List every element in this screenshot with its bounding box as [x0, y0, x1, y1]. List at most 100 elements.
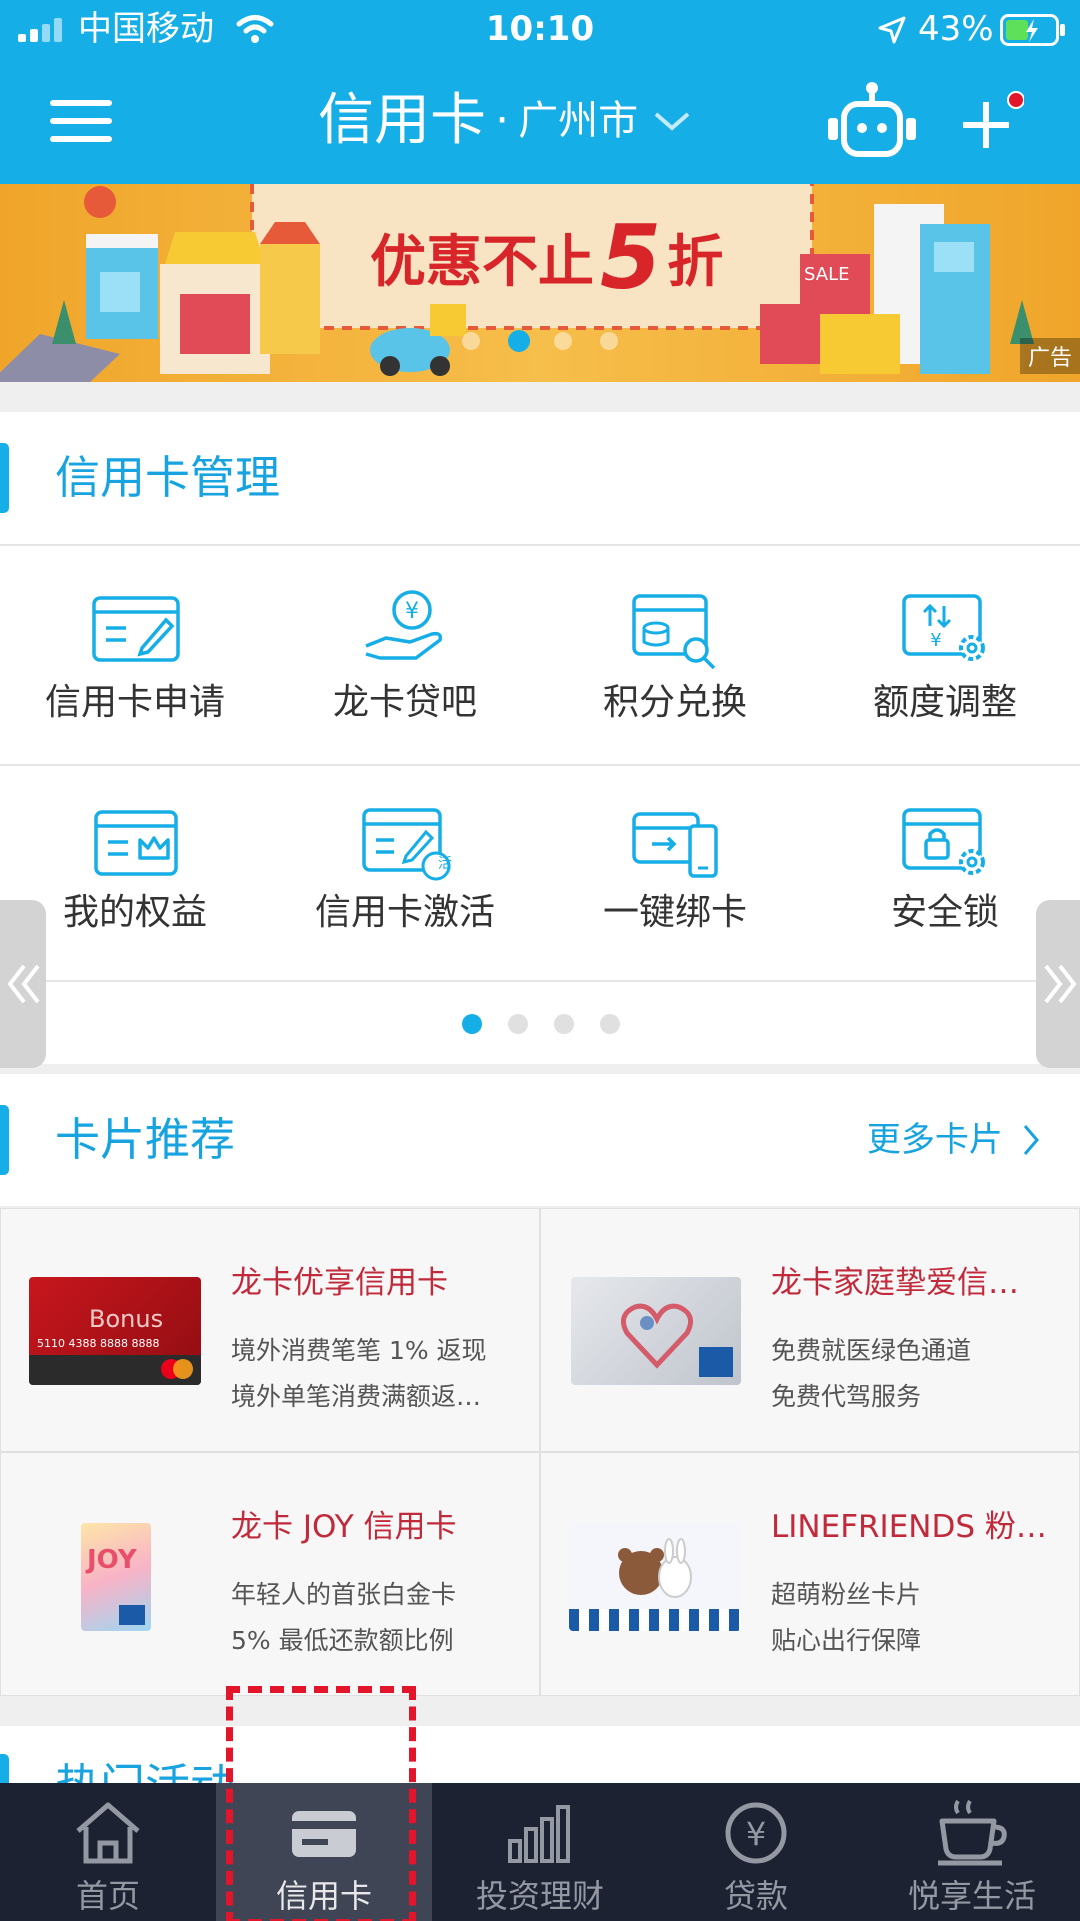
- card-desc: 免费就医绿色通道: [771, 1336, 972, 1365]
- home-icon: [76, 1802, 140, 1864]
- tab-home[interactable]: 首页: [0, 1783, 216, 1921]
- card-crown-icon: [94, 810, 178, 876]
- card-image-bonus: Bonus 5110 4388 8888 8888: [29, 1277, 201, 1385]
- page-dot: [462, 1014, 482, 1034]
- card-brand-text: Bonus: [89, 1305, 164, 1333]
- section-accent-bar: [0, 1105, 9, 1175]
- card-desc: 5% 最低还款额比例: [231, 1626, 454, 1655]
- bottom-tab-bar: 首页 信用卡 投资理财 ¥ 贷款 悦享生活: [0, 1783, 1080, 1921]
- card-name: 龙卡家庭挚爱信…: [771, 1265, 1019, 1301]
- mastercard-logo: [161, 1359, 193, 1379]
- card-desc: 年轻人的首张白金卡: [231, 1580, 457, 1609]
- tab-label: 信用卡: [275, 1877, 372, 1915]
- tab-label: 悦享生活: [907, 1877, 1036, 1915]
- card-image-linefriends: [569, 1523, 741, 1631]
- next-page-arrow[interactable]: [1036, 900, 1080, 1068]
- promo-banner[interactable]: 优惠不止5 折 SALE 广告: [0, 184, 1080, 382]
- section-accent-bar: [0, 1754, 9, 1783]
- nav-bar: 信用卡 · 广州市: [0, 58, 1080, 184]
- grid-label-loan: 龙卡贷吧: [332, 682, 477, 723]
- chevron-down-icon: [654, 112, 690, 131]
- family-heart-graphic: [620, 1303, 694, 1369]
- tab-label: 首页: [75, 1877, 140, 1915]
- activate-badge: 活: [438, 856, 452, 872]
- card-pen-icon: [92, 596, 180, 662]
- card-name: LINEFRIENDS 粉…: [771, 1509, 1047, 1545]
- grid-label-limit: 额度调整: [872, 682, 1017, 723]
- card-number-text: 5110 4388 8888 8888: [37, 1337, 160, 1350]
- page-dot: [508, 1014, 528, 1034]
- page-title: 信用卡: [318, 88, 486, 153]
- lock-gear-icon: [902, 808, 985, 875]
- grid-label-bind: 一键绑卡: [602, 892, 747, 933]
- battery-percent: 43%: [918, 9, 994, 49]
- battery-icon: [1000, 14, 1065, 46]
- double-chevron-left-icon: [7, 964, 40, 1004]
- card-item[interactable]: JOY 龙卡 JOY 信用卡 年轻人的首张白金卡 5% 最低还款额比例: [0, 1452, 540, 1696]
- banner-dot-1: [462, 332, 480, 350]
- card-desc: 免费代驾服务: [771, 1382, 922, 1411]
- grid-label-points: 积分兑换: [602, 682, 747, 723]
- tab-loan[interactable]: ¥ 贷款: [648, 1783, 864, 1921]
- section-accent-bar: [0, 443, 9, 513]
- title-separator: ·: [495, 95, 510, 146]
- grid-page-indicator: [0, 982, 1080, 1064]
- recommend-title: 卡片推荐: [55, 1113, 236, 1166]
- double-chevron-right-icon: [1044, 964, 1077, 1004]
- card-desc: 贴心出行保障: [771, 1626, 922, 1655]
- card-item[interactable]: 龙卡家庭挚爱信… 免费就医绿色通道 免费代驾服务: [540, 1208, 1080, 1452]
- svg-text:¥: ¥: [746, 1815, 766, 1853]
- bear-bunny-graphic: [618, 1538, 692, 1598]
- robot-assistant-icon[interactable]: [824, 80, 920, 164]
- page-dot: [554, 1014, 574, 1034]
- svg-text:¥: ¥: [930, 630, 941, 651]
- card-name: 龙卡 JOY 信用卡: [231, 1509, 457, 1545]
- activity-title: 热门活动: [55, 1726, 235, 1783]
- management-grid: 信用卡申请 ¥ 龙卡贷吧 积分兑换 ¥ 额度调整 我的权益 活 信用卡激活 一键…: [0, 546, 1080, 1064]
- limit-adjust-icon: ¥: [902, 594, 985, 661]
- management-header: 信用卡管理: [0, 412, 1080, 544]
- yuan-circle-icon: ¥: [725, 1802, 787, 1864]
- grid-item-points[interactable]: 积分兑换: [540, 546, 810, 746]
- grid-item-limit[interactable]: ¥ 额度调整: [810, 546, 1080, 746]
- svg-text:¥: ¥: [405, 599, 419, 624]
- grid-item-bind[interactable]: 一键绑卡: [540, 766, 810, 966]
- ad-tag: 广告: [1019, 338, 1080, 374]
- card-image-joy: JOY: [81, 1523, 151, 1631]
- more-cards-link[interactable]: 更多卡片: [867, 1074, 1040, 1206]
- banner-headline: 优惠不止5 折: [370, 206, 724, 309]
- activity-header: 热门活动: [0, 1726, 1080, 1783]
- status-bar: 中国移动 10:10 43%: [0, 0, 1080, 58]
- card-brand-text: JOY: [87, 1545, 137, 1575]
- tab-credit-card[interactable]: 信用卡: [216, 1783, 432, 1921]
- management-title: 信用卡管理: [55, 451, 281, 504]
- sale-sign: SALE: [800, 262, 854, 287]
- add-icon[interactable]: [958, 90, 1024, 156]
- page-dot: [600, 1014, 620, 1034]
- points-search-icon: [632, 594, 716, 670]
- banner-dot-2: [508, 330, 530, 352]
- banner-dot-4: [600, 332, 618, 350]
- more-cards-label: 更多卡片: [866, 1120, 1003, 1160]
- card-desc: 境外单笔消费满额返…: [231, 1382, 482, 1411]
- app-screen: 中国移动 10:10 43% 信用卡 · 广州市 优惠不止5 折 SALE 广告…: [0, 0, 1080, 1921]
- tab-life[interactable]: 悦享生活: [864, 1783, 1080, 1921]
- card-item[interactable]: Bonus 5110 4388 8888 8888 龙卡优享信用卡 境外消费笔笔…: [0, 1208, 540, 1452]
- card-desc: 超萌粉丝卡片: [771, 1580, 922, 1609]
- grid-item-loan[interactable]: ¥ 龙卡贷吧: [270, 546, 540, 746]
- card-name: 龙卡优享信用卡: [231, 1265, 448, 1301]
- card-desc: 境外消费笔笔 1% 返现: [231, 1336, 487, 1365]
- bar-chart-icon: [508, 1805, 570, 1863]
- card-item[interactable]: LINEFRIENDS 粉… 超萌粉丝卡片 贴心出行保障: [540, 1452, 1080, 1696]
- bind-card-icon: [632, 812, 718, 878]
- yuan-hand-icon: ¥: [365, 590, 443, 660]
- city-selector[interactable]: 信用卡 · 广州市: [318, 86, 691, 156]
- tab-invest[interactable]: 投资理财: [432, 1783, 648, 1921]
- card-image-family: [571, 1277, 741, 1385]
- grid-item-apply[interactable]: 信用卡申请: [0, 546, 270, 746]
- menu-icon[interactable]: [50, 100, 112, 142]
- grid-item-activate[interactable]: 活 信用卡激活: [270, 766, 540, 966]
- chevron-right-icon: [1023, 1125, 1039, 1155]
- prev-page-arrow[interactable]: [0, 900, 46, 1068]
- tab-label: 投资理财: [475, 1877, 604, 1915]
